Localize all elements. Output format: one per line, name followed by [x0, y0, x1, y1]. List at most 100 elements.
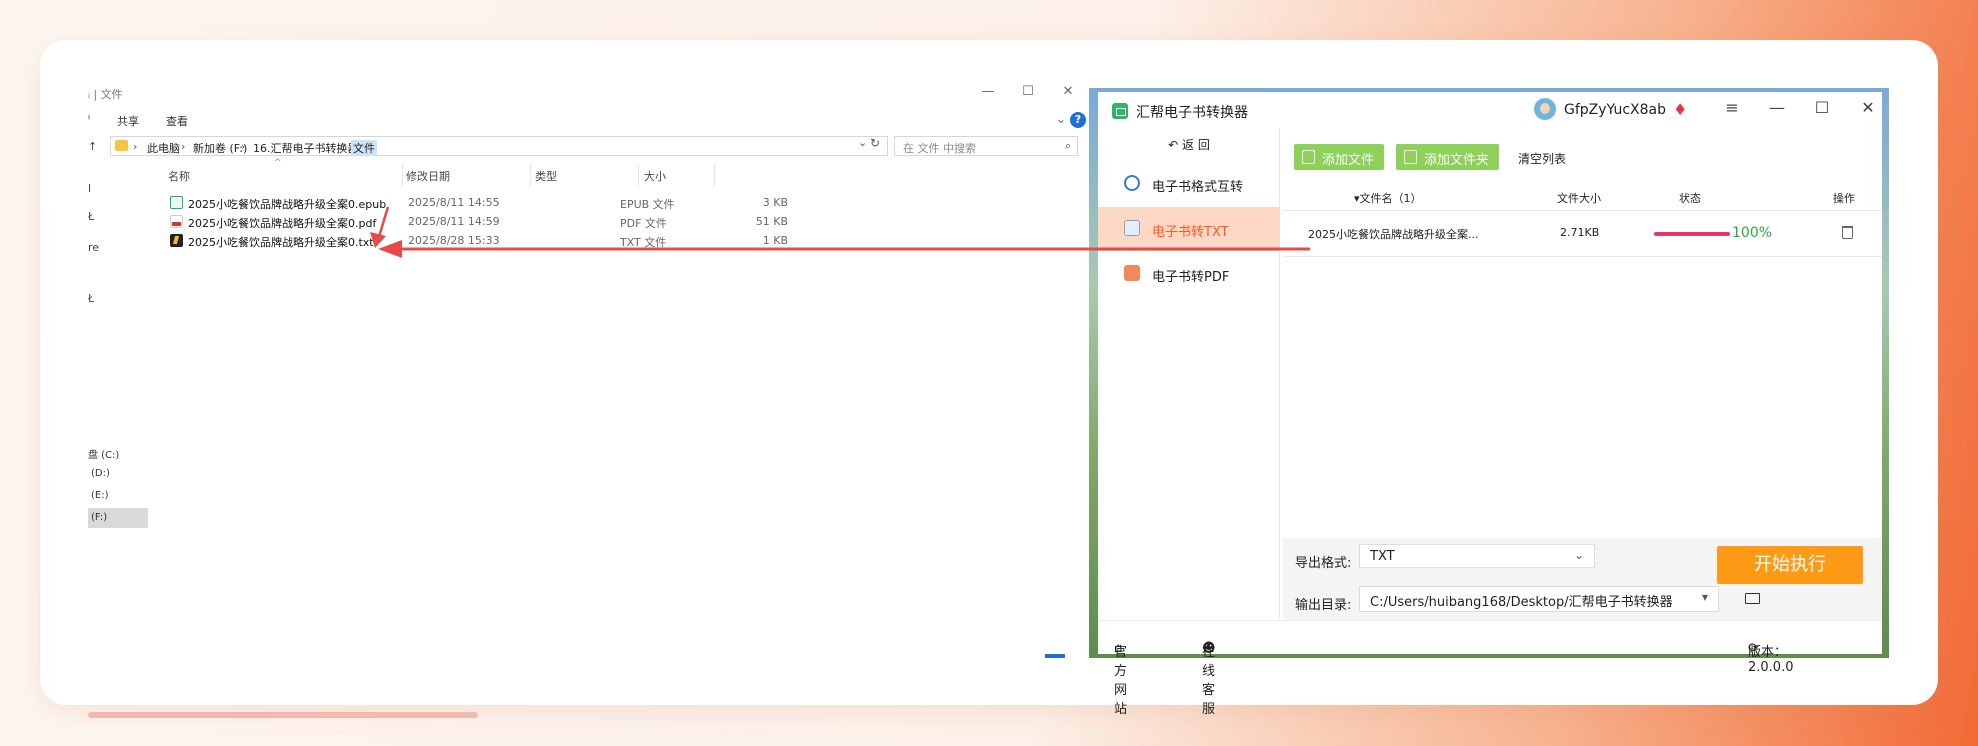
search-input[interactable]: 在 文件 中搜索 ⌕ — [894, 136, 1078, 156]
chevron-right-icon: › — [181, 140, 186, 153]
file-size: 3 KB — [762, 196, 788, 209]
decorative-progress-bar — [88, 712, 478, 718]
row-file-size: 2.71KB — [1560, 226, 1600, 239]
add-folder-icon — [1404, 150, 1417, 164]
sidebar-item-to-txt[interactable]: 电子书转TXT — [1098, 207, 1280, 251]
file-name: 2025小吃餐饮品牌战略升级全案0.epub — [188, 198, 387, 211]
export-format-select[interactable]: TXT ⌄ — [1359, 544, 1595, 568]
nav-item-cut[interactable]: Ł — [88, 210, 94, 223]
chevron-right-icon: › — [241, 140, 246, 153]
nav-drive-e[interactable]: (E:) — [91, 490, 109, 501]
table-header-name[interactable]: ▾文件名（1） — [1354, 190, 1422, 206]
chevron-right-icon: › — [133, 140, 138, 153]
table-header-status: 状态 — [1679, 192, 1701, 205]
vip-diamond-icon[interactable]: ♦ — [1673, 100, 1687, 119]
table-header-size: 文件大小 — [1557, 192, 1601, 205]
pdf-icon — [1124, 265, 1140, 281]
avatar[interactable] — [1534, 98, 1556, 120]
address-dropdown-icon[interactable]: ⌄ — [858, 136, 867, 149]
ribbon: ᴵ 共享 查看 — [88, 110, 1083, 132]
breadcrumb-drive[interactable]: 新加卷 (F:) — [193, 140, 247, 156]
app-logo-icon — [1112, 103, 1128, 119]
divider — [1283, 210, 1882, 211]
breadcrumb-current[interactable]: 文件 — [351, 140, 377, 156]
column-separator — [530, 164, 531, 186]
nav-item-cut[interactable]: re — [88, 241, 99, 254]
sidebar: ↶ 返 回 电子书格式互转 电子书转TXT 电子书转PDF — [1098, 128, 1280, 618]
minimize-icon[interactable]: — — [1764, 98, 1790, 117]
row-file-name: 2025小吃餐饮品牌战略升级全案... — [1308, 228, 1479, 241]
nav-item-cut[interactable]: l — [88, 182, 91, 195]
up-arrow-icon[interactable]: ↑ — [88, 140, 97, 153]
column-name[interactable]: 名称 — [168, 168, 190, 184]
nav-drive-c[interactable]: 盘 (C:) — [88, 446, 119, 461]
file-date: 2025/8/11 14:59 — [408, 215, 500, 228]
menu-icon[interactable]: ≡ — [1719, 98, 1745, 117]
chevron-down-icon: ⌄ — [1573, 548, 1584, 562]
footer: ⌂ 官方网站 ☻ 在线客服 ⟳ 版本：2.0.0.0 — [1098, 620, 1882, 717]
pdf-icon — [170, 215, 183, 228]
file-type: EPUB 文件 — [620, 198, 675, 211]
start-button[interactable]: 开始执行 — [1717, 546, 1863, 584]
swap-icon — [1124, 175, 1140, 191]
output-dir-select[interactable]: C:/Users/huibang168/Desktop/汇帮电子书转换器 ▾ — [1359, 586, 1719, 612]
sidebar-item-to-pdf[interactable]: 电子书转PDF — [1098, 252, 1280, 296]
export-format-label: 导出格式: — [1295, 556, 1352, 571]
file-type: TXT 文件 — [620, 236, 667, 249]
close-icon[interactable]: ✕ — [1048, 84, 1088, 99]
maximize-icon[interactable]: ☐ — [1809, 98, 1835, 117]
file-size: 1 KB — [762, 234, 788, 247]
sidebar-item-format-convert[interactable]: 电子书格式互转 — [1098, 162, 1280, 206]
caret-down-icon: ▾ — [1701, 590, 1708, 604]
folder-icon — [115, 140, 128, 151]
table-header-action: 操作 — [1833, 192, 1855, 205]
address-bar[interactable]: › 此电脑 › 新加卷 (F:) › 16.汇帮电子书转换器 › 文件 — [110, 136, 888, 156]
column-type[interactable]: 类型 — [535, 168, 557, 184]
column-separator — [714, 164, 715, 186]
progress-percent: 100% — [1732, 225, 1773, 241]
file-name: 2025小吃餐饮品牌战略升级全案0.txt — [188, 236, 374, 249]
column-separator — [402, 164, 403, 186]
add-file-button[interactable]: 添加文件 — [1294, 144, 1385, 170]
progress-bar — [1654, 232, 1730, 236]
app-title: 汇帮电子书转换器 — [1136, 105, 1248, 121]
clear-list-button[interactable]: 清空列表 — [1518, 150, 1566, 167]
file-size: 51 KB — [755, 215, 788, 228]
help-icon[interactable]: ? — [1070, 112, 1086, 128]
file-date: 2025/8/11 14:55 — [408, 196, 500, 209]
nav-item-cut[interactable]: Ł — [88, 292, 94, 305]
settings-panel: 导出格式: TXT ⌄ 输出目录: C:/Users/huibang168/De… — [1283, 538, 1882, 620]
add-file-icon — [1302, 150, 1315, 164]
file-row-pdf[interactable]: 2025小吃餐饮品牌战略升级全案0.pdf 2025/8/11 14:59 PD… — [168, 213, 808, 231]
nav-drive-d[interactable]: (D:) — [91, 468, 110, 479]
column-date[interactable]: 修改日期 — [406, 168, 450, 184]
ribbon-tab-view[interactable]: 查看 — [166, 113, 188, 129]
nav-drive-f[interactable]: (F:) — [91, 512, 107, 523]
chevron-down-icon[interactable]: ⌄ — [1056, 112, 1066, 126]
column-separator — [638, 164, 639, 186]
breadcrumb-this-pc[interactable]: 此电脑 — [147, 140, 180, 156]
file-row-txt[interactable]: 2025小吃餐饮品牌战略升级全案0.txt 2025/8/28 15:33 TX… — [168, 232, 808, 250]
back-icon: ↶ — [1168, 138, 1183, 152]
search-icon: ⌕ — [1064, 139, 1071, 152]
column-size[interactable]: 大小 — [644, 168, 666, 184]
add-folder-button[interactable]: 添加文件夹 — [1396, 144, 1500, 170]
ribbon-tab-share[interactable]: 共享 — [117, 113, 139, 129]
close-icon[interactable]: ✕ — [1855, 98, 1881, 117]
maximize-icon[interactable]: ☐ — [1008, 84, 1048, 99]
txt-doc-icon — [1124, 220, 1140, 236]
ribbon-cut-label[interactable]: ᴵ — [88, 113, 90, 126]
minimize-icon[interactable]: — — [968, 84, 1008, 99]
explorer-window-controls: — ☐ ✕ — [968, 84, 1088, 99]
explorer-title: ᵢ | 文件 — [88, 88, 123, 101]
scrollbar-thumb[interactable] — [1045, 654, 1065, 658]
converter-app-window: 汇帮电子书转换器 GfpZyYucX8ab ♦ ≡ — ☐ ✕ ↶ 返 回 电子… — [1098, 92, 1882, 717]
username[interactable]: GfpZyYucX8ab — [1564, 102, 1666, 118]
back-button[interactable]: ↶ 返 回 — [1098, 136, 1280, 153]
chevron-right-icon: › — [339, 140, 344, 153]
folder-open-icon[interactable] — [1745, 593, 1760, 604]
trash-icon[interactable] — [1842, 226, 1853, 239]
file-row-epub[interactable]: 2025小吃餐饮品牌战略升级全案0.epub 2025/8/11 14:55 E… — [168, 194, 808, 212]
file-name: 2025小吃餐饮品牌战略升级全案0.pdf — [188, 217, 377, 230]
refresh-icon[interactable]: ↻ — [870, 136, 880, 150]
